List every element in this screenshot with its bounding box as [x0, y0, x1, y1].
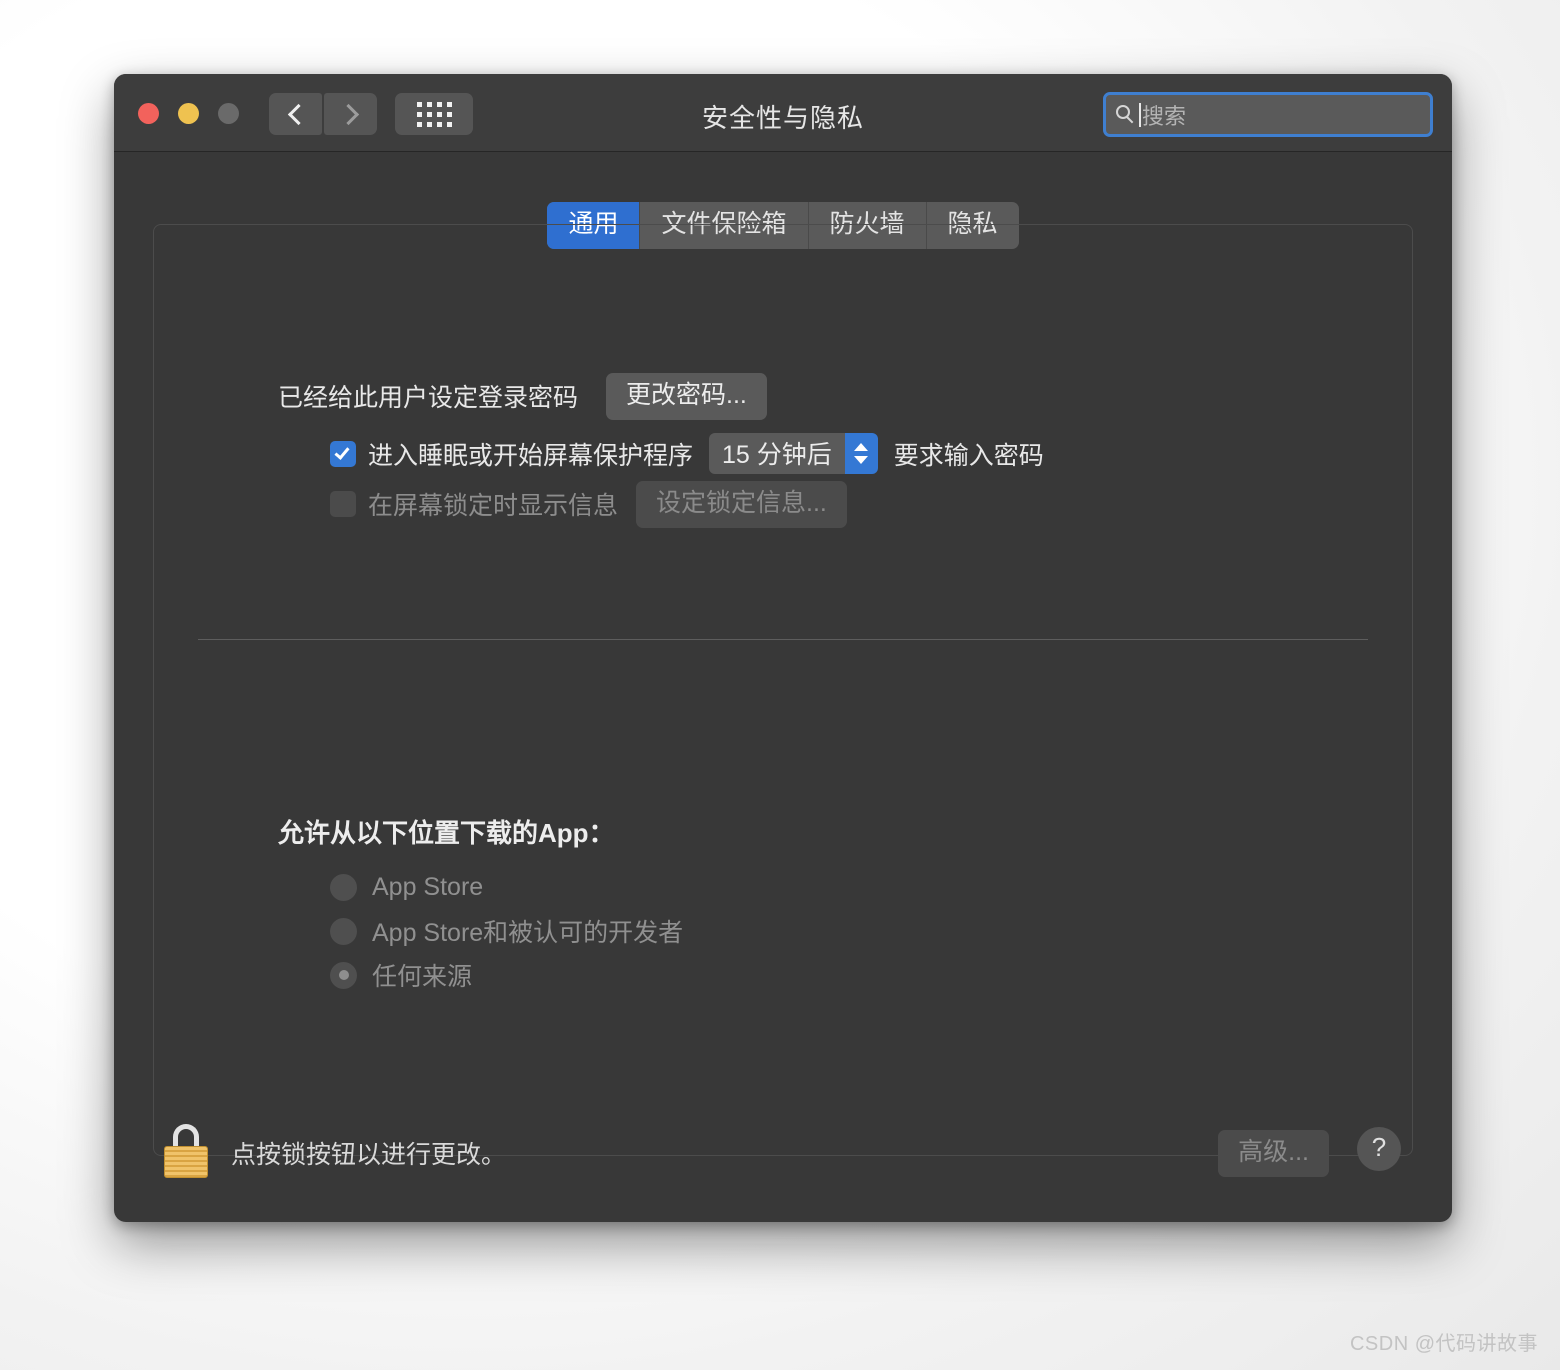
require-password-suffix-label: 要求输入密码	[893, 441, 1044, 470]
search-placeholder: 搜索	[1142, 103, 1187, 129]
general-settings-panel: 已经给此用户设定登录密码 更改密码... 进入睡眠或开始屏幕保护程序 15 分钟…	[153, 224, 1413, 1156]
window-footer: 点按锁按钮以进行更改。 高级... ?	[114, 1100, 1452, 1222]
lock-hint-text: 点按锁按钮以进行更改。	[231, 1141, 507, 1169]
set-lock-message-button: 设定锁定信息...	[636, 481, 847, 528]
search-icon	[1116, 105, 1135, 124]
require-password-row: 进入睡眠或开始屏幕保护程序 15 分钟后 要求输入密码	[330, 433, 1044, 474]
section-divider	[198, 639, 1368, 640]
radio-button	[330, 917, 357, 945]
require-password-checkbox[interactable]	[330, 440, 356, 467]
change-password-button[interactable]: 更改密码...	[606, 373, 767, 420]
help-button[interactable]: ?	[1357, 1127, 1401, 1171]
require-password-checkbox-label: 进入睡眠或开始屏幕保护程序	[368, 441, 694, 470]
system-preferences-window: 安全性与隐私 搜索 通用 文件保险箱 防火墙 隐私 已经给此用户设定登录密码 更…	[114, 74, 1452, 1222]
radio-button	[330, 873, 357, 901]
text-cursor	[1139, 102, 1141, 127]
search-field[interactable]: 搜索	[1103, 92, 1433, 137]
radio-option-anywhere: 任何来源	[330, 953, 683, 997]
padlock-closed-icon[interactable]	[164, 1124, 208, 1178]
show-lock-message-checkbox	[330, 491, 356, 518]
allow-downloads-title: 允许从以下位置下载的App：	[278, 818, 615, 848]
radio-label: App Store	[372, 872, 484, 901]
watermark: CSDN @代码讲故事	[1349, 1333, 1538, 1355]
login-password-row: 已经给此用户设定登录密码 更改密码...	[278, 373, 767, 420]
stepper-arrows-icon[interactable]	[844, 433, 878, 474]
checkmark-icon	[334, 443, 350, 460]
show-lock-message-label: 在屏幕锁定时显示信息	[368, 492, 619, 521]
radio-label: App Store和被认可的开发者	[372, 919, 684, 947]
stepper-up-icon[interactable]	[854, 443, 869, 451]
advanced-button: 高级...	[1218, 1130, 1329, 1177]
stepper-down-icon[interactable]	[854, 456, 869, 464]
radio-label: 任何来源	[372, 963, 473, 991]
allow-downloads-radio-group: App Store App Store和被认可的开发者 任何来源	[330, 865, 683, 997]
radio-option-app-store: App Store	[330, 865, 683, 909]
password-delay-stepper[interactable]: 15 分钟后	[709, 433, 878, 474]
radio-dot-icon	[338, 970, 349, 980]
lock-message-row: 在屏幕锁定时显示信息 设定锁定信息...	[330, 481, 847, 528]
login-password-status: 已经给此用户设定登录密码	[278, 384, 579, 413]
screen: 安全性与隐私 搜索 通用 文件保险箱 防火墙 隐私 已经给此用户设定登录密码 更…	[0, 0, 1560, 1370]
radio-button-selected	[330, 961, 357, 989]
window-titlebar: 安全性与隐私 搜索	[114, 74, 1452, 152]
radio-option-app-store-identified-developers: App Store和被认可的开发者	[330, 909, 683, 953]
password-delay-value: 15 分钟后	[709, 433, 845, 474]
